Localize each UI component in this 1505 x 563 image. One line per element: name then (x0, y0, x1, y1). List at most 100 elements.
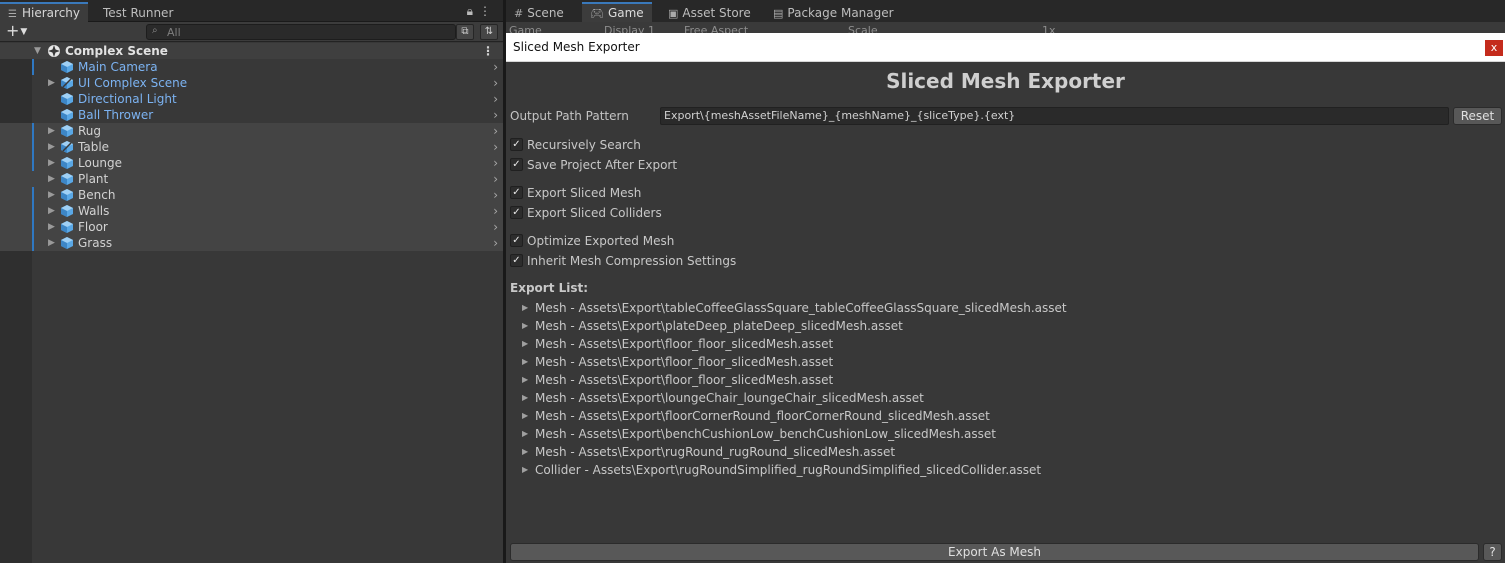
hierarchy-search[interactable]: ⌕ (146, 24, 456, 40)
checkbox[interactable]: ✓ (510, 206, 523, 219)
checkbox[interactable]: ✓ (510, 158, 523, 171)
prefab-cube-icon (60, 188, 74, 202)
sort-button[interactable]: ⇅ (480, 24, 498, 40)
chevron-right-icon[interactable]: › (493, 59, 498, 75)
expand-arrow-icon[interactable]: ▶ (48, 171, 55, 187)
override-marker (32, 123, 34, 139)
prefab-cube-icon (60, 172, 74, 186)
expand-arrow-icon[interactable]: ▶ (48, 235, 55, 251)
expand-arrow-icon[interactable]: ▼ (34, 43, 41, 59)
display-number-dropdown[interactable]: Display 1 (604, 24, 655, 33)
hierarchy-item-label: Bench (78, 188, 116, 202)
expand-arrow-icon[interactable]: ▶ (522, 407, 528, 425)
hierarchy-row[interactable]: ▶ Lounge › (0, 155, 503, 171)
hierarchy-item-label: Directional Light (78, 92, 177, 106)
exporter-titlebar[interactable]: Sliced Mesh Exporter x (506, 33, 1505, 62)
chevron-right-icon[interactable]: › (493, 187, 498, 203)
expand-arrow-icon[interactable]: ▶ (522, 461, 528, 479)
game-panel: # Scene 🎮︎ Game ▣ Asset Store ▤ Package Mana… (506, 0, 1505, 563)
chevron-right-icon[interactable]: › (493, 219, 498, 235)
hierarchy-row[interactable]: Main Camera › (0, 59, 503, 75)
export-item-path: Mesh - Assets\Export\tableCoffeeGlassSqu… (535, 301, 1067, 315)
hierarchy-row[interactable]: ▶ Plant › (0, 171, 503, 187)
hierarchy-item-label: Floor (78, 220, 108, 234)
tab-package-manager[interactable]: ▤ Package Manager (765, 4, 902, 22)
chevron-right-icon[interactable]: › (493, 171, 498, 187)
expand-arrow-icon[interactable]: ▶ (522, 317, 528, 335)
expand-arrow-icon[interactable]: ▶ (48, 187, 55, 203)
gamepad-icon: 🎮︎ (590, 7, 604, 20)
chevron-right-icon[interactable]: › (493, 203, 498, 219)
prefab-cube-icon (60, 204, 74, 218)
search-icon: ⌕ (152, 25, 158, 36)
override-marker (32, 187, 34, 203)
checkbox[interactable]: ✓ (510, 186, 523, 199)
expand-arrow-icon[interactable]: ▶ (522, 299, 528, 317)
scene-name: Complex Scene (65, 44, 168, 58)
chevron-right-icon[interactable]: › (493, 123, 498, 139)
tab-asset-store[interactable]: ▣ Asset Store (660, 4, 759, 22)
expand-arrow-icon[interactable]: ▶ (48, 155, 55, 171)
scene-row[interactable]: ▼ Complex Scene ⋮ (0, 43, 503, 59)
expand-arrow-icon[interactable]: ▶ (522, 389, 528, 407)
search-input[interactable] (167, 25, 447, 39)
override-marker (32, 59, 34, 75)
hierarchy-row[interactable]: ▶ Table › (0, 139, 503, 155)
export-as-mesh-button[interactable]: Export As Mesh (510, 543, 1479, 561)
expand-arrow-icon[interactable]: ▶ (522, 425, 528, 443)
hierarchy-row[interactable]: Ball Thrower › (0, 107, 503, 123)
expand-arrow-icon[interactable]: ▶ (522, 353, 528, 371)
tab-hierarchy[interactable]: ☰ Hierarchy (0, 2, 89, 22)
reset-button[interactable]: Reset (1453, 107, 1502, 125)
exporter-heading: Sliced Mesh Exporter (886, 69, 1125, 93)
checkbox[interactable]: ✓ (510, 254, 523, 267)
close-button[interactable]: x (1485, 40, 1503, 56)
expand-arrow-icon[interactable]: ▶ (522, 335, 528, 353)
expand-arrow-icon[interactable]: ▶ (48, 219, 55, 235)
expand-arrow-icon[interactable]: ▶ (48, 75, 55, 91)
chevron-right-icon[interactable]: › (493, 235, 498, 251)
checkbox[interactable]: ✓ (510, 138, 523, 151)
hierarchy-row[interactable]: ▶ Walls › (0, 203, 503, 219)
hierarchy-row[interactable]: ▶ Grass › (0, 235, 503, 251)
hierarchy-row[interactable]: ▶ Bench › (0, 187, 503, 203)
chevron-right-icon[interactable]: › (493, 75, 498, 91)
expand-arrow-icon[interactable]: ▶ (48, 139, 55, 155)
game-display-dropdown[interactable]: Game (509, 24, 542, 33)
expand-arrow-icon[interactable]: ▶ (522, 443, 528, 461)
hierarchy-row[interactable]: ▶ Floor › (0, 219, 503, 235)
prefab-cube-icon (60, 236, 74, 250)
chevron-right-icon[interactable]: › (493, 107, 498, 123)
hierarchy-item-label: UI Complex Scene (78, 76, 188, 90)
create-button[interactable]: +▼ (6, 23, 27, 40)
hierarchy-item-label: Grass (78, 236, 113, 250)
scene-menu-icon[interactable]: ⋮ (482, 43, 494, 59)
output-path-input[interactable]: Export\{meshAssetFileName}_{meshName}_{s… (660, 107, 1449, 125)
help-button[interactable]: ? (1483, 543, 1502, 561)
hierarchy-item-label: Main Camera (78, 60, 158, 74)
checkbox[interactable]: ✓ (510, 234, 523, 247)
override-marker (32, 203, 34, 219)
aspect-dropdown[interactable]: Free Aspect (684, 24, 748, 33)
scene-visibility-button[interactable]: ⧉ (456, 24, 474, 40)
hierarchy-row[interactable]: Directional Light › (0, 91, 503, 107)
export-item-path: Mesh - Assets\Export\benchCushionLow_ben… (535, 427, 996, 441)
override-marker (32, 235, 34, 251)
export-item-path: Mesh - Assets\Export\loungeChair_loungeC… (535, 391, 924, 405)
chevron-right-icon[interactable]: › (493, 91, 498, 107)
override-marker (32, 219, 34, 235)
kebab-menu-icon[interactable]: ⋮ (479, 4, 497, 18)
expand-arrow-icon[interactable]: ▶ (48, 203, 55, 219)
chevron-right-icon[interactable]: › (493, 139, 498, 155)
expand-arrow-icon[interactable]: ▶ (522, 371, 528, 389)
lock-icon[interactable]: 🔒︎ (467, 4, 479, 18)
hierarchy-row[interactable]: ▶ Rug › (0, 123, 503, 139)
hierarchy-row[interactable]: ▶ UI Complex Scene › (0, 75, 503, 91)
expand-arrow-icon[interactable]: ▶ (48, 123, 55, 139)
export-item-path: Mesh - Assets\Export\floor_floor_slicedM… (535, 337, 834, 351)
option-label: Inherit Mesh Compression Settings (527, 254, 737, 268)
tab-game[interactable]: 🎮︎ Game (582, 2, 652, 22)
chevron-right-icon[interactable]: › (493, 155, 498, 171)
tab-scene[interactable]: # Scene (506, 4, 572, 22)
tab-test-runner[interactable]: Test Runner (95, 4, 181, 22)
